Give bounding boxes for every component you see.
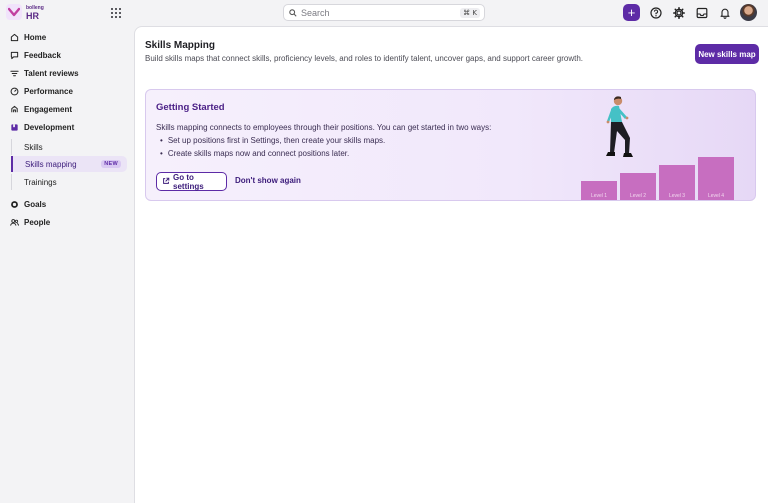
inbox-button[interactable] <box>693 4 710 21</box>
climbing-person-figure <box>606 96 633 157</box>
search-icon <box>289 8 297 17</box>
engagement-icon <box>10 105 19 114</box>
development-icon <box>10 123 19 132</box>
logo-text-big: HR <box>26 11 39 21</box>
sidebar-subitem-skills-mapping[interactable]: Skills mapping NEW <box>11 156 127 172</box>
people-icon <box>10 218 19 227</box>
top-bar: bolleng HR ⌘ K + <box>0 0 768 26</box>
go-to-settings-label: Go to settings <box>173 172 204 191</box>
sidebar-item-development[interactable]: Development <box>6 119 127 135</box>
list-item: Create skills maps now and connect posit… <box>160 149 385 162</box>
settings-button[interactable] <box>670 4 687 21</box>
sidebar-subitem-label: Trainings <box>24 177 57 187</box>
list-item: Set up positions first in Settings, then… <box>160 136 385 149</box>
new-badge: NEW <box>101 160 121 168</box>
sidebar-item-engagement[interactable]: Engagement <box>6 101 127 117</box>
sidebar-item-label: People <box>24 217 51 227</box>
search-box[interactable]: ⌘ K <box>283 4 485 21</box>
app-logo[interactable]: bolleng HR <box>6 4 44 21</box>
logo-mark-icon <box>6 4 22 20</box>
external-link-icon <box>162 177 170 187</box>
getting-started-steps: Set up positions first in Settings, then… <box>160 136 385 162</box>
level-label: Level 1 <box>591 193 607 199</box>
sidebar-item-label: Engagement <box>24 104 73 114</box>
search-shortcut: ⌘ K <box>460 8 480 18</box>
level-label: Level 4 <box>708 193 724 199</box>
create-button[interactable]: + <box>623 4 640 21</box>
plus-icon: + <box>627 5 636 20</box>
sidebar-item-label: Home <box>24 32 47 42</box>
inbox-icon <box>696 7 707 18</box>
main-panel: Skills Mapping Build skills maps that co… <box>134 26 768 503</box>
user-avatar[interactable] <box>740 4 757 21</box>
page-subtitle: Build skills maps that connect skills, p… <box>145 54 583 63</box>
page-title: Skills Mapping <box>145 40 216 51</box>
sidebar-item-label: Talent reviews <box>24 68 79 78</box>
sidebar-item-performance[interactable]: Performance <box>6 83 127 99</box>
apps-grid-icon[interactable] <box>111 8 121 18</box>
gear-icon <box>672 6 685 19</box>
performance-icon <box>10 87 19 96</box>
sidebar-item-goals[interactable]: Goals <box>6 196 127 212</box>
sidebar: Home Feedback Talent reviews Performance… <box>0 26 134 503</box>
talent-icon <box>10 69 19 78</box>
getting-started-title: Getting Started <box>156 102 225 113</box>
sidebar-subitem-label: Skills <box>24 142 43 152</box>
getting-started-text: Skills mapping connects to employees thr… <box>156 123 492 132</box>
search-input[interactable] <box>301 7 451 18</box>
go-to-settings-button[interactable]: Go to settings <box>156 172 227 191</box>
home-icon <box>10 33 19 42</box>
sidebar-item-people[interactable]: People <box>6 214 127 230</box>
sidebar-subitem-skills[interactable]: Skills <box>11 139 127 155</box>
level-label: Level 3 <box>669 193 685 199</box>
feedback-icon <box>10 51 19 60</box>
help-icon <box>649 6 662 19</box>
goals-icon <box>10 200 19 209</box>
sidebar-item-label: Goals <box>24 199 47 209</box>
sidebar-item-talent-reviews[interactable]: Talent reviews <box>6 65 127 81</box>
bell-icon <box>719 8 730 19</box>
help-button[interactable] <box>647 4 664 21</box>
level-label: Level 2 <box>630 193 646 199</box>
sidebar-item-feedback[interactable]: Feedback <box>6 47 127 63</box>
sidebar-subitem-trainings[interactable]: Trainings <box>11 174 127 190</box>
sidebar-item-label: Development <box>24 122 75 132</box>
sidebar-item-label: Feedback <box>24 50 61 60</box>
new-skills-map-button[interactable]: New skills map <box>695 44 759 64</box>
sidebar-item-label: Performance <box>24 86 73 96</box>
getting-started-card: Getting Started Skills mapping connects … <box>145 89 756 201</box>
career-steps-illustration: Level 1 Level 2 Level 3 Level 4 <box>581 96 734 200</box>
sidebar-subitem-label: Skills mapping <box>25 159 77 169</box>
sidebar-item-home[interactable]: Home <box>6 29 127 45</box>
notifications-button[interactable] <box>716 4 733 21</box>
dont-show-again-button[interactable]: Don't show again <box>235 176 301 185</box>
